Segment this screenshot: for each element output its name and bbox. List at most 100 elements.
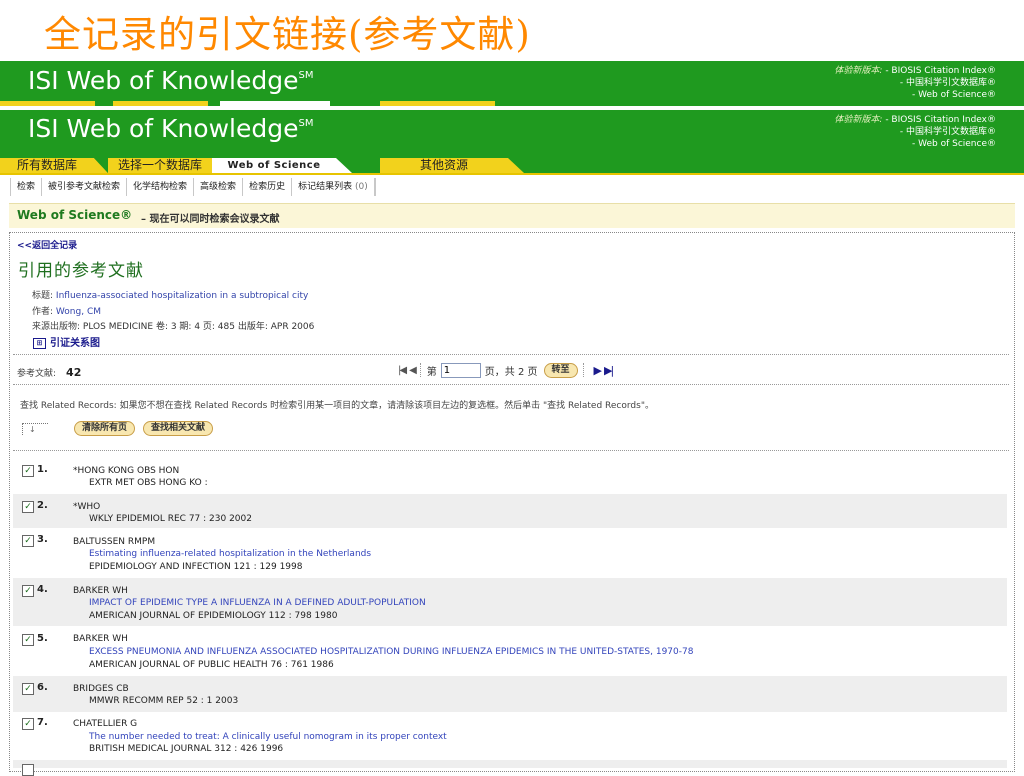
next-page-icon[interactable]: ▶ [594, 364, 603, 377]
reference-number: 2. [37, 500, 48, 511]
database-tabs: 所有数据库 选择一个数据库 Web of Science 其他资源 [0, 158, 1024, 173]
tab-web-of-science[interactable]: Web of Science [212, 158, 336, 173]
new-version-link-biosis[interactable]: - BIOSIS Citation Index® [885, 115, 996, 125]
record-source-line: 来源出版物: PLOS MEDICINE 卷: 3 期: 4 页: 485 出版… [32, 319, 314, 332]
citation-map-link[interactable]: ⊞ 引证关系图 [33, 334, 100, 349]
reference-count-value: 42 [66, 366, 82, 379]
subnav-search-history[interactable]: 检索历史 [243, 178, 293, 196]
tab-divider-icon [508, 158, 524, 173]
new-version-link-wos[interactable]: - Web of Science® [834, 138, 996, 150]
reference-source: AMERICAN JOURNAL OF PUBLIC HEALTH 76 : 7… [89, 660, 334, 670]
reference-row: ✓ 7. CHATELLIER G The number needed to t… [13, 712, 1007, 760]
tab-select-database[interactable]: 选择一个数据库 [108, 158, 212, 173]
logo-text: ISI Web of Knowledge [28, 114, 299, 143]
page-title: 引用的参考文献 [18, 261, 144, 281]
pager-separator [419, 363, 422, 377]
find-related-button[interactable]: 查找相关文献 [143, 421, 214, 436]
reference-count-label: 参考文献: [17, 369, 57, 379]
record-title-line: 标题: Influenza-associated hospitalization… [32, 288, 308, 301]
logo-sm: SM [298, 118, 314, 129]
reference-source: BRITISH MEDICAL JOURNAL 312 : 426 1996 [89, 744, 284, 754]
logo-text: ISI Web of Knowledge [28, 66, 299, 95]
related-records-instructions: 查找 Related Records: 如果您不想在查找 Related Rec… [20, 401, 654, 411]
isi-logo[interactable]: ISI Web of KnowledgeSM [28, 66, 313, 95]
last-page-icon[interactable]: ▶| [604, 364, 614, 377]
go-to-page-button[interactable]: 转至 [543, 362, 578, 378]
subnav-advanced-search[interactable]: 高级检索 [194, 178, 244, 196]
page-number-input[interactable] [440, 362, 481, 378]
subnav-search[interactable]: 检索 [11, 178, 43, 196]
tab-other-resources[interactable]: 其他资源 [380, 158, 508, 173]
reference-count: 参考文献: 42 [17, 366, 81, 379]
tab-divider-icon [94, 158, 108, 173]
wos-name: Web of Science® [17, 208, 133, 222]
title-label: 标题: [32, 291, 54, 301]
reference-title-link[interactable]: EXCESS PNEUMONIA AND INFLUENZA ASSOCIATE… [89, 647, 693, 657]
reference-author: *HONG KONG OBS HON [73, 466, 180, 476]
slide-title: 全记录的引文链接(参考文献) [44, 13, 531, 56]
clear-all-pages-button[interactable]: 清除所有页 [74, 421, 136, 436]
pager-separator [582, 363, 585, 377]
record-author-line: 作者: Wong, CM [32, 304, 101, 317]
record-title[interactable]: Influenza-associated hospitalization in … [56, 291, 308, 301]
page-prefix: 第 [426, 366, 437, 378]
reference-checkbox[interactable] [22, 764, 34, 776]
reference-row: ✓ 5. BARKER WH EXCESS PNEUMONIA AND INFL… [13, 626, 1007, 674]
reference-checkbox[interactable]: ✓ [22, 718, 34, 730]
new-version-link-biosis[interactable]: - BIOSIS Citation Index® [885, 66, 996, 76]
header-banner: ISI Web of KnowledgeSM 体验新版本: - BIOSIS C… [0, 61, 1024, 106]
reference-author: BALTUSSEN RMPM [73, 537, 156, 547]
reference-checkbox[interactable]: ✓ [22, 585, 34, 597]
reference-row: ✓ 1. *HONG KONG OBS HON EXTR MET OBS HON… [13, 458, 1007, 494]
reference-checkbox[interactable]: ✓ [22, 683, 34, 695]
reference-author: *WHO [73, 502, 101, 512]
citation-map-label: 引证关系图 [50, 338, 100, 349]
reference-source: EXTR MET OBS HONG KO : [89, 478, 208, 488]
reference-number: 5. [37, 633, 48, 644]
reference-checkbox[interactable]: ✓ [22, 465, 34, 477]
tab-all-databases[interactable]: 所有数据库 [0, 158, 94, 173]
reference-row [13, 760, 1007, 776]
citation-map-icon: ⊞ [33, 337, 46, 349]
logo-sm: SM [298, 70, 314, 81]
reference-row: ✓ 4. BARKER WH IMPACT OF EPIDEMIC TYPE A… [13, 578, 1007, 626]
subnav-marked-list[interactable]: 标记结果列表 (0) [292, 178, 375, 196]
reference-title-link[interactable]: The number needed to treat: A clinically… [89, 732, 447, 742]
tab-underline [0, 173, 1024, 175]
new-version-label: 体验新版本: [834, 66, 883, 76]
reference-number: 3. [37, 534, 48, 545]
subnav-cited-ref-search[interactable]: 被引参考文献检索 [42, 178, 128, 196]
reference-row: ✓ 6. BRIDGES CB MMWR RECOMM REP 52 : 1 2… [13, 676, 1007, 712]
marked-list-label: 标记结果列表 [298, 182, 353, 192]
divider [13, 450, 1009, 451]
header-banner-main: ISI Web of KnowledgeSM 体验新版本: - BIOSIS C… [0, 110, 1024, 158]
new-version-link-cscd[interactable]: - 中国科学引文数据库® [834, 77, 996, 89]
new-version-links-main: 体验新版本: - BIOSIS Citation Index® - 中国科学引文… [834, 114, 996, 150]
isi-logo-main[interactable]: ISI Web of KnowledgeSM [28, 114, 313, 143]
record-source: PLOS MEDICINE 卷: 3 期: 4 页: 485 出版年: APR … [82, 322, 315, 332]
subnav-structure-search[interactable]: 化学结构检索 [127, 178, 195, 196]
source-label: 来源出版物: [32, 322, 81, 332]
reference-author: BARKER WH [73, 586, 128, 596]
reference-checkbox[interactable]: ✓ [22, 501, 34, 513]
reference-title-link[interactable]: IMPACT OF EPIDEMIC TYPE A INFLUENZA IN A… [89, 598, 426, 608]
reference-author: BARKER WH [73, 634, 128, 644]
reference-number: 7. [37, 717, 48, 728]
new-version-label: 体验新版本: [834, 115, 883, 125]
record-author[interactable]: Wong, CM [56, 307, 101, 317]
first-page-icon[interactable]: |◀ [398, 365, 407, 376]
reference-number: 6. [37, 682, 48, 693]
reference-source: MMWR RECOMM REP 52 : 1 2003 [89, 696, 239, 706]
reference-checkbox[interactable]: ✓ [22, 535, 34, 547]
search-subnav: 检索 被引参考文献检索 化学结构检索 高级检索 检索历史 标记结果列表 (0) [10, 178, 376, 196]
pagination: |◀ ◀ 第 页，共 2 页 转至 ▶ ▶| [398, 362, 614, 378]
new-version-link-wos[interactable]: - Web of Science® [834, 89, 996, 101]
prev-page-icon[interactable]: ◀ [409, 365, 417, 376]
divider [13, 354, 1009, 355]
reference-checkbox[interactable]: ✓ [22, 634, 34, 646]
divider [13, 384, 1009, 385]
back-to-full-record-link[interactable]: <<返回全记录 [17, 238, 77, 251]
author-label: 作者: [32, 307, 54, 317]
reference-title-link[interactable]: Estimating influenza-related hospitaliza… [89, 549, 371, 559]
new-version-link-cscd[interactable]: - 中国科学引文数据库® [834, 126, 996, 138]
